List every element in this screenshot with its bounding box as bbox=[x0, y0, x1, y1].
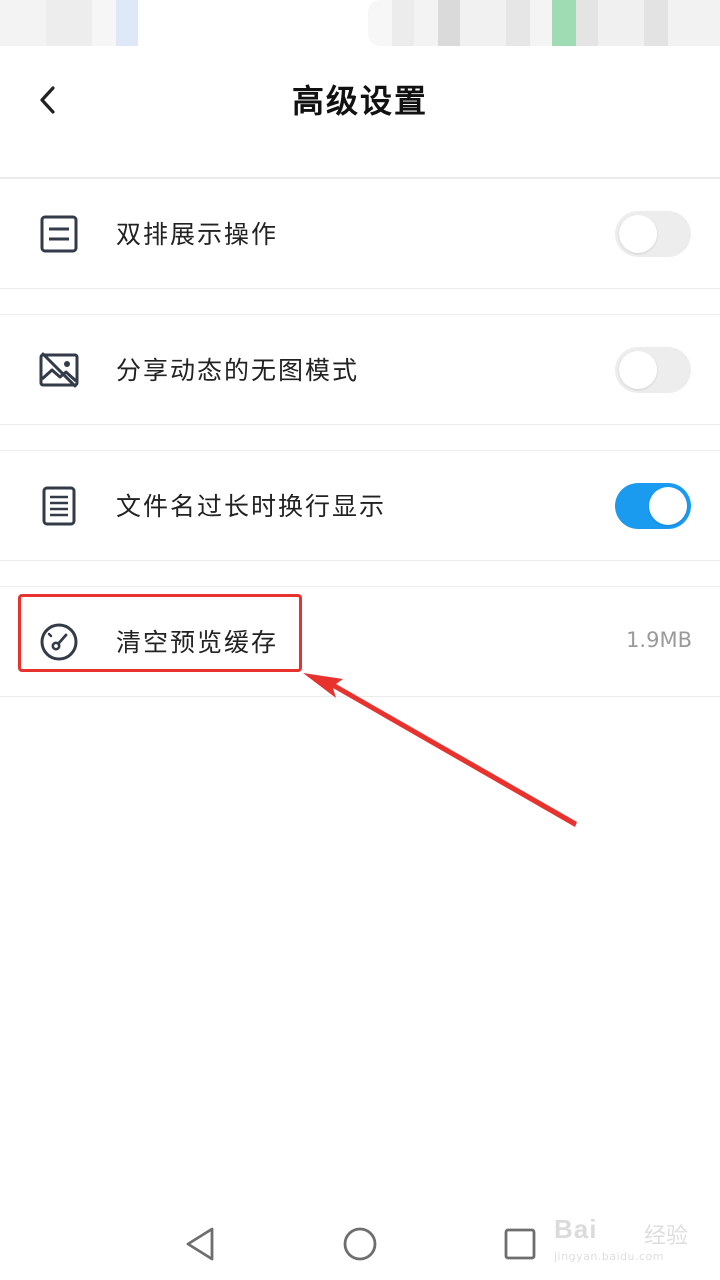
wrap-filename-toggle[interactable] bbox=[615, 483, 691, 529]
no-image-mode-toggle[interactable] bbox=[615, 347, 691, 393]
home-circle-icon[interactable] bbox=[340, 1224, 380, 1264]
setting-row-double-row-actions: 双排展示操作 bbox=[0, 178, 720, 289]
document-text-icon bbox=[42, 486, 76, 526]
setting-row-no-image-mode: 分享动态的无图模式 bbox=[0, 314, 720, 425]
setting-row-clear-preview-cache[interactable]: 清空预览缓存 1.9MB bbox=[0, 586, 720, 697]
back-triangle-icon[interactable] bbox=[180, 1224, 220, 1264]
recents-square-icon[interactable] bbox=[500, 1224, 540, 1264]
speedometer-icon bbox=[40, 623, 78, 661]
setting-label: 清空预览缓存 bbox=[116, 628, 279, 657]
setting-label: 文件名过长时换行显示 bbox=[116, 492, 387, 521]
system-navbar bbox=[0, 1204, 720, 1280]
image-off-icon bbox=[39, 352, 79, 388]
page-title: 高级设置 bbox=[291, 82, 428, 120]
cache-size-value: 1.9MB bbox=[626, 628, 692, 652]
double-row-toggle[interactable] bbox=[615, 211, 691, 257]
document-lines-icon bbox=[40, 215, 78, 253]
header: 高级设置 bbox=[0, 46, 720, 178]
setting-label: 双排展示操作 bbox=[116, 220, 279, 249]
status-bar bbox=[0, 0, 720, 46]
setting-label: 分享动态的无图模式 bbox=[116, 356, 360, 385]
setting-row-wrap-filename: 文件名过长时换行显示 bbox=[0, 450, 720, 561]
